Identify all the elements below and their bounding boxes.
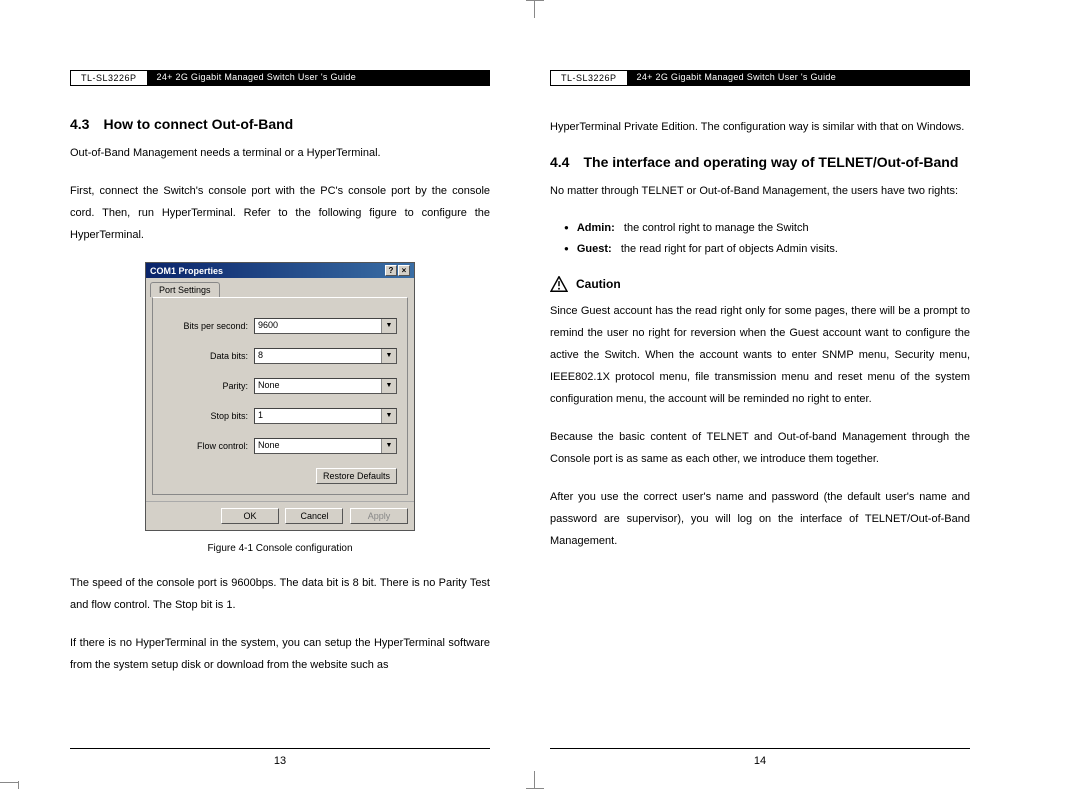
label-stop-bits: Stop bits: <box>163 411 248 421</box>
label-parity: Parity: <box>163 381 248 391</box>
warning-icon <box>550 276 568 292</box>
bullet-icon: ● <box>564 239 569 260</box>
cancel-button[interactable]: Cancel <box>285 508 343 524</box>
select-stop-bits[interactable]: 1 <box>254 408 397 424</box>
row-stop-bits: Stop bits: 1 <box>163 408 397 424</box>
label-flow-control: Flow control: <box>163 441 248 451</box>
header-title: 24+ 2G Gigabit Managed Switch User 's Gu… <box>147 70 490 86</box>
paragraph: After you use the correct user's name an… <box>550 486 970 552</box>
figure-console-config: COM1 Properties ? × Port Settings Bits p… <box>70 262 490 554</box>
row-parity: Parity: None <box>163 378 397 394</box>
page-header: TL-SL3226P 24+ 2G Gigabit Managed Switch… <box>70 70 490 86</box>
crop-mark <box>18 781 19 789</box>
dialog-titlebar: COM1 Properties ? × <box>146 263 414 278</box>
help-icon[interactable]: ? <box>385 265 397 276</box>
select-data-bits[interactable]: 8 <box>254 348 397 364</box>
page-left: TL-SL3226P 24+ 2G Gigabit Managed Switch… <box>70 70 490 692</box>
paragraph: Out-of-Band Management needs a terminal … <box>70 142 490 164</box>
admin-label: Admin: <box>577 222 615 234</box>
page-header: TL-SL3226P 24+ 2G Gigabit Managed Switch… <box>550 70 970 86</box>
dialog-title-text: COM1 Properties <box>150 266 223 276</box>
caution-label: Caution <box>576 277 621 291</box>
guest-text: the read right for part of objects Admin… <box>621 243 838 255</box>
page-spread: TL-SL3226P 24+ 2G Gigabit Managed Switch… <box>0 0 1080 692</box>
dialog-tabs: Port Settings <box>146 278 414 297</box>
section-heading-4-4: 4.4 The interface and operating way of T… <box>550 154 970 170</box>
crop-mark <box>534 0 535 18</box>
crop-mark <box>526 0 544 1</box>
crop-mark <box>534 771 535 789</box>
tab-port-settings[interactable]: Port Settings <box>150 282 220 297</box>
admin-text: the control right to manage the Switch <box>624 222 809 234</box>
list-item: ● Admin: the control right to manage the… <box>550 218 970 239</box>
section-heading-4-3: 4.3 How to connect Out-of-Band <box>70 116 490 132</box>
paragraph: The speed of the console port is 9600bps… <box>70 572 490 616</box>
section-number: 4.3 <box>70 116 89 132</box>
panel-buttons: Restore Defaults <box>163 468 397 484</box>
figure-caption: Figure 4-1 Console configuration <box>70 543 490 554</box>
guest-label: Guest: <box>577 243 612 255</box>
paragraph: Since Guest account has the read right o… <box>550 300 970 410</box>
row-flow-control: Flow control: None <box>163 438 397 454</box>
dialog-panel: Bits per second: 9600 Data bits: 8 Parit… <box>152 297 408 495</box>
paragraph: First, connect the Switch's console port… <box>70 180 490 246</box>
crop-mark <box>0 782 18 783</box>
section-number: 4.4 <box>550 154 569 170</box>
paragraph: HyperTerminal Private Edition. The confi… <box>550 116 970 138</box>
com1-properties-dialog: COM1 Properties ? × Port Settings Bits p… <box>145 262 415 531</box>
header-model: TL-SL3226P <box>70 70 147 86</box>
close-icon[interactable]: × <box>398 265 410 276</box>
select-bps[interactable]: 9600 <box>254 318 397 334</box>
apply-button[interactable]: Apply <box>350 508 408 524</box>
page-number: 14 <box>550 748 970 767</box>
row-bits-per-second: Bits per second: 9600 <box>163 318 397 334</box>
rights-list: ● Admin: the control right to manage the… <box>550 218 970 260</box>
select-flow-control[interactable]: None <box>254 438 397 454</box>
label-data-bits: Data bits: <box>163 351 248 361</box>
row-data-bits: Data bits: 8 <box>163 348 397 364</box>
page-right: TL-SL3226P 24+ 2G Gigabit Managed Switch… <box>550 70 970 692</box>
header-title: 24+ 2G Gigabit Managed Switch User 's Gu… <box>627 70 970 86</box>
header-model: TL-SL3226P <box>550 70 627 86</box>
list-item: ● Guest: the read right for part of obje… <box>550 239 970 260</box>
section-title: How to connect Out-of-Band <box>103 116 293 132</box>
page-number: 13 <box>70 748 490 767</box>
section-title: The interface and operating way of TELNE… <box>583 154 958 170</box>
paragraph: Because the basic content of TELNET and … <box>550 426 970 470</box>
bullet-icon: ● <box>564 218 569 239</box>
restore-defaults-button[interactable]: Restore Defaults <box>316 468 397 484</box>
dialog-footer: OK Cancel Apply <box>146 501 414 530</box>
select-parity[interactable]: None <box>254 378 397 394</box>
dialog-title-buttons: ? × <box>385 265 410 276</box>
paragraph: No matter through TELNET or Out-of-Band … <box>550 180 970 202</box>
caution-heading: Caution <box>550 276 970 292</box>
label-bps: Bits per second: <box>163 321 248 331</box>
ok-button[interactable]: OK <box>221 508 279 524</box>
paragraph: If there is no HyperTerminal in the syst… <box>70 632 490 676</box>
